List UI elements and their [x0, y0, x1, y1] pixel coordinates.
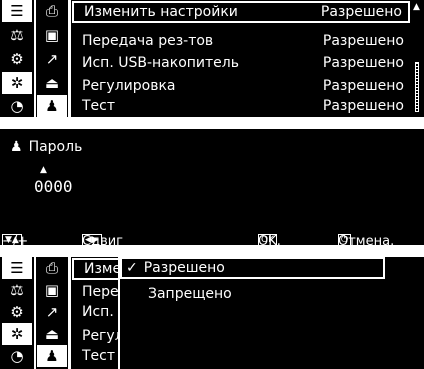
increment-label: −/+: [2, 234, 29, 245]
option-label: Запрещено: [148, 286, 232, 302]
icon-divider: [34, 257, 36, 369]
row-label: Измен: [84, 261, 118, 277]
row-value: Разрешено: [322, 33, 404, 49]
dropdown-screen: ☰ ⎙ ⚖ ▣ ⚙ ↗ ✲ ⏏ ◔ ♟ Измен Перед Исп. Рег…: [0, 257, 424, 369]
user-icon[interactable]: ♟: [37, 345, 67, 367]
row-label: Перед: [82, 284, 120, 300]
save-icon[interactable]: ▣: [37, 279, 67, 301]
icon-divider: [34, 0, 36, 117]
settings-screen: ☰ ⎙ ⚖ ▣ ⚙ ↗ ✲ ⏏ ◔ ♟ Изменить настройки Р…: [0, 0, 424, 117]
graph-icon[interactable]: ↗: [37, 48, 67, 70]
user-icon: ♟: [10, 139, 23, 155]
row-change-settings[interactable]: Измен: [72, 258, 120, 280]
digit-up-icon: ▲: [40, 165, 47, 175]
menu-divider: [68, 0, 71, 117]
option-label: Разрешено: [143, 260, 225, 276]
graph-icon[interactable]: ↗: [37, 301, 67, 323]
ok-label: OK.: [258, 234, 281, 245]
list-icon[interactable]: ☰: [2, 0, 32, 22]
weight-setup-icon[interactable]: ⚙: [2, 301, 32, 323]
shift-label: Сдвиг: [82, 234, 124, 245]
row-transfer-results[interactable]: Передача рез-тов Разрешено: [72, 30, 410, 52]
row-value: Разрешено: [322, 55, 404, 71]
row-label: Регулировка: [82, 78, 176, 94]
row-test[interactable]: Тест: [72, 345, 120, 367]
gear-icon[interactable]: ✲: [2, 323, 32, 345]
password-screen: ♟ Пароль ▲ 0000 ▼▲ −/+ ◀▶ Сдвиг OK OK. ⏻ Отм…: [0, 129, 424, 245]
row-value: Разрешено: [320, 4, 402, 20]
icon-column: ☰ ⎙ ⚖ ▣ ⚙ ↗ ✲ ⏏ ◔ ♟: [0, 0, 68, 117]
row-test[interactable]: Тест Разрешено: [72, 95, 410, 117]
save-icon[interactable]: ▣: [37, 24, 67, 46]
device-icon[interactable]: ⏏: [37, 72, 67, 94]
user-icon[interactable]: ♟: [37, 95, 67, 117]
password-title: ♟ Пароль: [10, 139, 82, 155]
option-denied[interactable]: Запрещено: [148, 283, 232, 305]
scroll-thumb[interactable]: [415, 62, 419, 112]
password-title-text: Пароль: [28, 139, 83, 155]
timer-icon[interactable]: ◔: [2, 95, 32, 117]
scroll-up-icon[interactable]: ▲: [413, 2, 420, 12]
row-label: Тест: [82, 98, 116, 114]
weight-setup-icon[interactable]: ⚙: [2, 48, 32, 70]
timer-icon[interactable]: ◔: [2, 345, 32, 367]
list-icon[interactable]: ☰: [2, 257, 32, 279]
row-value: Разрешено: [322, 78, 404, 94]
menu-divider: [68, 257, 71, 369]
option-dropdown: ✓ Разрешено Запрещено: [118, 257, 386, 369]
cancel-label: Отмена.: [338, 234, 395, 245]
row-transfer-results[interactable]: Перед: [72, 281, 120, 303]
balance-icon[interactable]: ⚖: [2, 279, 32, 301]
row-adjustment[interactable]: Регулировка Разрешено: [72, 75, 410, 97]
device-icon[interactable]: ⏏: [37, 323, 67, 345]
row-change-settings[interactable]: Изменить настройки Разрешено: [72, 1, 410, 23]
gear-icon[interactable]: ✲: [2, 72, 32, 94]
row-label: Тест: [82, 348, 116, 364]
print-icon[interactable]: ⎙: [37, 0, 67, 22]
check-icon: ✓: [126, 260, 138, 276]
row-usb-storage[interactable]: Исп.: [72, 301, 120, 323]
row-label: Передача рез-тов: [82, 33, 214, 49]
row-label: Регул: [82, 328, 120, 344]
row-value: Разрешено: [322, 98, 404, 114]
row-label: Исп.: [82, 304, 114, 320]
softkey-bar: ▼▲ −/+ ◀▶ Сдвиг OK OK. ⏻ Отмена.: [0, 224, 424, 245]
row-adjustment[interactable]: Регул: [72, 325, 120, 347]
icon-column: ☰ ⎙ ⚖ ▣ ⚙ ↗ ✲ ⏏ ◔ ♟: [0, 257, 68, 369]
print-icon[interactable]: ⎙: [37, 257, 67, 279]
row-label: Изменить настройки: [84, 4, 238, 20]
balance-icon[interactable]: ⚖: [2, 24, 32, 46]
option-allowed[interactable]: ✓ Разрешено: [126, 257, 225, 279]
scrollbar[interactable]: ▲: [412, 2, 422, 114]
row-label: Исп. USB-накопитель: [82, 55, 239, 71]
row-usb-storage[interactable]: Исп. USB-накопитель Разрешено: [72, 52, 410, 74]
password-input[interactable]: 0000: [34, 177, 73, 196]
